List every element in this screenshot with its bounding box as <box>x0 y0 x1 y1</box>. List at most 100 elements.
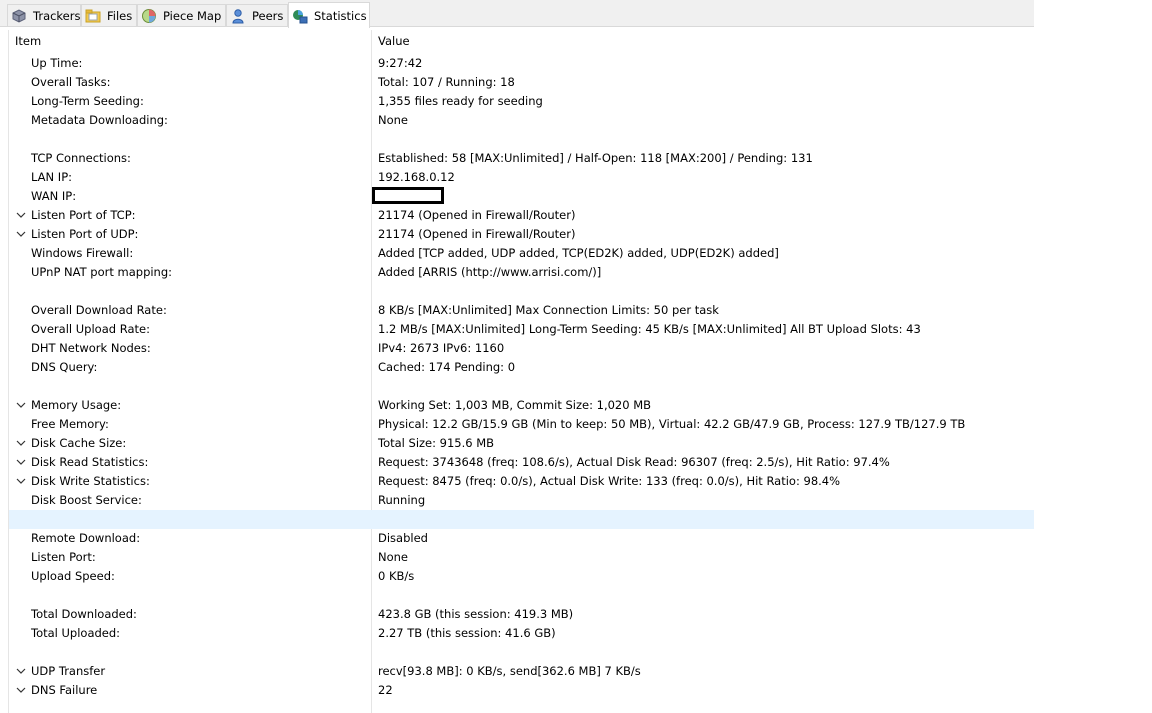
table-row[interactable]: TCP Connections: Established: 58 [MAX:Unl… <box>9 149 1034 168</box>
table-header: Item Value <box>9 32 1034 51</box>
row-value: None <box>378 550 409 564</box>
row-value: Established: 58 [MAX:Unlimited] / Half-O… <box>378 151 813 165</box>
row-value: IPv4: 2673 IPv6: 1160 <box>378 341 505 355</box>
tab-files[interactable]: Files <box>81 4 137 26</box>
table-row[interactable]: Long-Term Seeding: 1,355 files ready for … <box>9 92 1034 111</box>
row-value: Request: 3743648 (freq: 108.6/s), Actual… <box>378 455 890 469</box>
row-label: UPnP NAT port mapping: <box>31 265 173 279</box>
row-label: Total Uploaded: <box>31 626 121 640</box>
column-header-item[interactable]: Item <box>15 32 41 51</box>
trackers-icon <box>11 8 27 24</box>
row-label: Overall Download Rate: <box>31 303 167 317</box>
table-row[interactable]: DHT Network Nodes: IPv4: 2673 IPv6: 1160 <box>9 339 1034 358</box>
table-row[interactable]: Up Time: 9:27:42 <box>9 54 1034 73</box>
row-value: Added [ARRIS (http://www.arrisi.com/)] <box>378 265 602 279</box>
table-row[interactable]: Total Downloaded: 423.8 GB (this session:… <box>9 605 1034 624</box>
row-label: Disk Cache Size: <box>31 436 127 450</box>
row-value: 0 KB/s <box>378 569 415 583</box>
row-label: Disk Write Statistics: <box>31 474 150 488</box>
table-row[interactable] <box>9 643 1034 662</box>
tab-label: Piece Map <box>163 8 222 23</box>
row-label: WAN IP: <box>31 189 77 203</box>
tab-piece-map[interactable]: Piece Map <box>137 4 226 26</box>
table-row[interactable]: DNS Failure 22 <box>9 681 1034 700</box>
row-label: Overall Tasks: <box>31 75 111 89</box>
row-value: 192.168.0.12 <box>378 170 455 184</box>
chevron-down-icon[interactable] <box>14 206 28 225</box>
peers-icon <box>230 8 246 24</box>
tab-label: Trackers <box>33 8 81 23</box>
table-row[interactable] <box>9 130 1034 149</box>
row-label: Listen Port of UDP: <box>31 227 139 241</box>
statistics-table: Item Value Up Time: 9:27:42 Overall Tasks:… <box>8 30 1034 713</box>
row-value: Disabled <box>378 531 428 545</box>
table-row[interactable]: Overall Download Rate: 8 KB/s [MAX:Unlimi… <box>9 301 1034 320</box>
chevron-down-icon[interactable] <box>14 453 28 472</box>
tab-label: Files <box>107 8 133 23</box>
chevron-down-icon[interactable] <box>14 662 28 681</box>
table-row[interactable]: WAN IP: <box>9 187 1034 206</box>
row-value: Total Size: 915.6 MB <box>378 436 495 450</box>
table-row[interactable]: Listen Port of TCP: 21174 (Opened in Fire… <box>9 206 1034 225</box>
table-body: Up Time: 9:27:42 Overall Tasks: Total: 107 … <box>9 54 1034 700</box>
table-row[interactable]: Total Uploaded: 2.27 TB (this session: 41… <box>9 624 1034 643</box>
row-value: Added [TCP added, UDP added, TCP(ED2K) a… <box>378 246 779 260</box>
piece-map-icon <box>141 8 157 24</box>
table-row[interactable]: Disk Cache Size: Total Size: 915.6 MB <box>9 434 1034 453</box>
statistics-icon <box>292 8 308 24</box>
table-row[interactable]: Memory Usage: Working Set: 1,003 MB, Comm… <box>9 396 1034 415</box>
row-value: Physical: 12.2 GB/15.9 GB (Min to keep: … <box>378 417 966 431</box>
table-row[interactable]: LAN IP: 192.168.0.12 <box>9 168 1034 187</box>
tab-label: Peers <box>252 8 284 23</box>
tab-peers[interactable]: Peers <box>226 4 288 26</box>
table-row[interactable]: UPnP NAT port mapping: Added [ARRIS (http… <box>9 263 1034 282</box>
column-header-value[interactable]: Value <box>378 32 410 51</box>
row-value: 21174 (Opened in Firewall/Router) <box>378 227 576 241</box>
table-row[interactable] <box>9 510 1034 529</box>
row-label: Free Memory: <box>31 417 109 431</box>
table-row[interactable] <box>9 282 1034 301</box>
row-label: DNS Query: <box>31 360 98 374</box>
row-value: Working Set: 1,003 MB, Commit Size: 1,02… <box>378 398 652 412</box>
tab-trackers[interactable]: Trackers <box>7 4 81 26</box>
table-row[interactable]: Overall Upload Rate: 1.2 MB/s [MAX:Unlimi… <box>9 320 1034 339</box>
row-value: Cached: 174 Pending: 0 <box>378 360 516 374</box>
table-row[interactable] <box>9 586 1034 605</box>
chevron-down-icon[interactable] <box>14 472 28 491</box>
chevron-down-icon[interactable] <box>14 225 28 244</box>
chevron-down-icon[interactable] <box>14 681 28 700</box>
row-label: TCP Connections: <box>31 151 131 165</box>
row-value: 1,355 files ready for seeding <box>378 94 543 108</box>
table-row[interactable]: Disk Boost Service: Running <box>9 491 1034 510</box>
table-row[interactable]: Listen Port of UDP: 21174 (Opened in Fire… <box>9 225 1034 244</box>
row-label: Listen Port: <box>31 550 96 564</box>
table-row[interactable]: Windows Firewall: Added [TCP added, UDP a… <box>9 244 1034 263</box>
table-row[interactable]: Overall Tasks: Total: 107 / Running: 18 <box>9 73 1034 92</box>
table-row[interactable]: Disk Read Statistics: Request: 3743648 (f… <box>9 453 1034 472</box>
table-row[interactable]: Disk Write Statistics: Request: 8475 (fre… <box>9 472 1034 491</box>
row-value: 22 <box>378 683 393 697</box>
row-value: Running <box>378 493 426 507</box>
table-row[interactable] <box>9 377 1034 396</box>
tab-statistics[interactable]: Statistics <box>288 2 370 28</box>
row-label: Upload Speed: <box>31 569 115 583</box>
row-label: Disk Boost Service: <box>31 493 142 507</box>
row-value: 21174 (Opened in Firewall/Router) <box>378 208 576 222</box>
tab-bar: Trackers Files Piece Map Peers Statistic… <box>0 0 1034 28</box>
table-row[interactable]: Free Memory: Physical: 12.2 GB/15.9 GB (M… <box>9 415 1034 434</box>
row-label: Long-Term Seeding: <box>31 94 144 108</box>
table-row[interactable]: Metadata Downloading: None <box>9 111 1034 130</box>
table-row[interactable]: Upload Speed: 0 KB/s <box>9 567 1034 586</box>
table-row[interactable]: DNS Query: Cached: 174 Pending: 0 <box>9 358 1034 377</box>
table-row[interactable]: Remote Download: Disabled <box>9 529 1034 548</box>
row-label: DNS Failure <box>31 683 98 697</box>
row-label: Total Downloaded: <box>31 607 137 621</box>
row-value: 8 KB/s [MAX:Unlimited] Max Connection Li… <box>378 303 719 317</box>
chevron-down-icon[interactable] <box>14 434 28 453</box>
chevron-down-icon[interactable] <box>14 396 28 415</box>
row-label: Overall Upload Rate: <box>31 322 150 336</box>
row-value: Request: 8475 (freq: 0.0/s), Actual Disk… <box>378 474 841 488</box>
table-row[interactable]: Listen Port: None <box>9 548 1034 567</box>
table-row[interactable]: UDP Transfer recv[93.8 MB]: 0 KB/s, send[… <box>9 662 1034 681</box>
files-icon <box>85 8 101 24</box>
